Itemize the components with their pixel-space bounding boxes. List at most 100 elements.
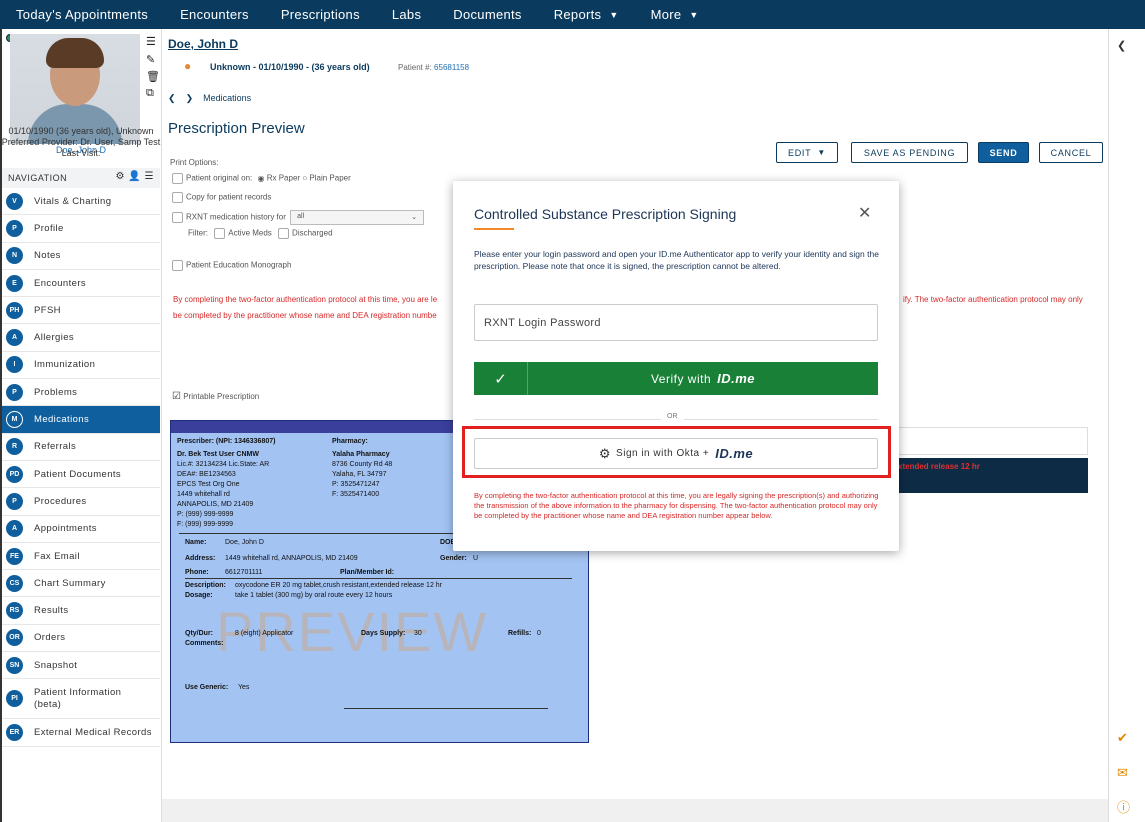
patient-header-name[interactable]: Doe, John D <box>168 37 238 51</box>
printable-row: ☑ Printable Prescription <box>172 391 259 402</box>
check-circle-icon: ✓ <box>474 362 528 395</box>
check-circle-icon[interactable]: ✔ <box>1117 730 1128 746</box>
history-select[interactable]: all ⌄ <box>290 210 425 225</box>
patient-original-checkbox[interactable] <box>172 173 183 184</box>
sidebar-item-label: Patient Documents <box>34 468 122 480</box>
rx-pharmacy-line: Yalaha Pharmacy <box>332 451 390 458</box>
nav-labs[interactable]: Labs <box>376 0 437 29</box>
password-input[interactable]: RXNT Login Password <box>474 304 878 341</box>
trash-icon[interactable]: 🗑 <box>146 70 160 83</box>
patient-number-value: 65681158 <box>434 63 470 72</box>
verify-with-idme-button[interactable]: ✓ Verify with ID.me <box>474 362 878 395</box>
idme-logo: ID.me <box>717 371 756 386</box>
sidebar-item-procedures[interactable]: P Procedures <box>2 488 160 516</box>
nav-label: Encounters <box>180 7 249 22</box>
nav-encounters[interactable]: Encounters <box>164 0 265 29</box>
nav-todays-appointments[interactable]: Today's Appointments <box>0 0 164 29</box>
send-button[interactable]: SEND <box>978 142 1029 163</box>
sidebar-item-profile[interactable]: P Profile <box>2 215 160 243</box>
chevron-left-icon[interactable]: ❮ <box>1117 39 1126 52</box>
save-as-pending-button[interactable]: SAVE AS PENDING <box>851 142 968 163</box>
rx-prescriber-line: F: (999) 999-9999 <box>177 521 234 528</box>
or-label: OR <box>661 413 684 420</box>
edit-icon[interactable]: ✎ <box>146 53 155 66</box>
breadcrumb-label[interactable]: Medications <box>203 93 251 103</box>
printable-label: Printable Prescription <box>183 392 260 401</box>
nav-documents[interactable]: Documents <box>437 0 537 29</box>
sidebar-item-label: Orders <box>34 632 66 644</box>
sidebar-item-orders[interactable]: OR Orders <box>2 625 160 653</box>
sidebar-item-snapshot[interactable]: SN Snapshot <box>2 652 160 680</box>
history-label: RXNT medication history for <box>186 212 286 222</box>
nav-badge: PD <box>6 465 23 483</box>
sidebar-item-pfsh[interactable]: PH PFSH <box>2 297 160 325</box>
sidebar-item-results[interactable]: RS Results <box>2 597 160 625</box>
pin-icon: ● <box>184 59 192 73</box>
sidebar-item-notes[interactable]: N Notes <box>2 243 160 270</box>
sidebar-item-immunization[interactable]: I Immunization <box>2 352 160 380</box>
idme-logo: ID.me <box>715 446 754 461</box>
cancel-label: CANCEL <box>1050 147 1092 158</box>
chevron-down-icon: ▼ <box>817 148 826 157</box>
history-checkbox[interactable] <box>172 212 183 223</box>
copy-patient-checkbox[interactable] <box>172 192 183 203</box>
sidebar-item-problems[interactable]: P Problems <box>2 379 160 407</box>
chevron-right-icon[interactable]: ❯ <box>186 93 194 103</box>
monograph-row: Patient Education Monograph <box>172 260 291 271</box>
user-icon[interactable]: 👤 <box>128 171 141 182</box>
plain-paper-radio[interactable]: ○ <box>302 174 307 183</box>
nav-prescriptions[interactable]: Prescriptions <box>265 0 376 29</box>
rx-prescriber-line: Lic.#: 32134234 Lic.State: AR <box>177 461 270 468</box>
menu-icon[interactable]: ☰ <box>146 35 156 48</box>
nav-badge: PH <box>6 301 23 319</box>
sign-in-with-okta-button[interactable]: ⚙ Sign in with Okta + ID.me <box>474 438 878 469</box>
sidebar-item-referrals[interactable]: R Referrals <box>2 434 160 461</box>
chat-icon[interactable]: ✉ <box>1117 765 1128 781</box>
list-icon[interactable]: ☰ <box>145 171 154 182</box>
nav-badge: M <box>6 411 23 429</box>
sidebar-item-appointments[interactable]: A Appointments <box>2 516 160 543</box>
monograph-checkbox[interactable] <box>172 260 183 271</box>
discharged-checkbox[interactable] <box>278 228 290 239</box>
sidebar-item-patient-documents[interactable]: PD Patient Documents <box>2 461 160 489</box>
navigation-header: NAVIGATION ⚙ 👤 ☰ <box>2 168 160 188</box>
cancel-button[interactable]: CANCEL <box>1039 142 1103 163</box>
rx-qty-label: Qty/Dur: <box>185 630 213 637</box>
modal-title: Controlled Substance Prescription Signin… <box>474 206 737 222</box>
sidebar-item-chart-summary[interactable]: CS Chart Summary <box>2 570 160 598</box>
chevron-left-icon[interactable]: ❮ <box>168 93 176 103</box>
nav-label: Reports <box>553 7 602 22</box>
nav-badge: A <box>6 329 23 347</box>
nav-more[interactable]: More ▼ <box>635 0 715 29</box>
rx-name-label: Name: <box>185 539 207 546</box>
history-select-value: all <box>297 213 305 220</box>
printable-checkbox[interactable]: ☑ <box>172 391 181 402</box>
sidebar-item-patient-information[interactable]: PI Patient Information (beta) <box>2 679 160 720</box>
active-meds-checkbox[interactable] <box>214 228 226 239</box>
sidebar-item-external-medical-records[interactable]: ER External Medical Records <box>2 719 160 747</box>
sidebar-item-vitals[interactable]: V Vitals & Charting <box>2 188 160 216</box>
edit-button[interactable]: EDIT ▼ <box>776 142 838 163</box>
rx-prescriber-line: DEA#: BE1234563 <box>177 471 236 478</box>
sidebar-item-medications[interactable]: M Medications <box>2 406 160 434</box>
sidebar-item-allergies[interactable]: A Allergies <box>2 324 160 352</box>
signing-modal: Controlled Substance Prescription Signin… <box>453 181 899 551</box>
nav-reports[interactable]: Reports ▼ <box>538 0 635 29</box>
sidebar-item-encounters[interactable]: E Encounters <box>2 270 160 298</box>
rx-pharmacy-label: Pharmacy: <box>332 438 368 445</box>
modal-description: Please enter your login password and ope… <box>474 249 879 271</box>
edit-button-label: EDIT <box>788 147 812 158</box>
close-icon[interactable]: ✕ <box>858 203 871 223</box>
discharged-label: Discharged <box>292 228 333 238</box>
copy-icon[interactable]: ⧉ <box>146 87 154 100</box>
navigation-title: NAVIGATION <box>8 173 68 183</box>
gear-icon[interactable]: ⚙ <box>116 171 125 182</box>
sidebar-item-label: PFSH <box>34 304 61 316</box>
sidebar-item-label: Medications <box>34 414 90 426</box>
rx-paper-radio[interactable]: ◉ <box>258 174 265 183</box>
rx-pharmacy-line: F: 3525471400 <box>332 491 380 498</box>
rx-dosage-value: take 1 tablet (300 mg) by oral route eve… <box>235 592 393 599</box>
nav-badge: P <box>6 492 23 510</box>
sidebar-item-fax-email[interactable]: FE Fax Email <box>2 543 160 571</box>
help-icon[interactable]: ⓘ <box>1117 797 1130 816</box>
